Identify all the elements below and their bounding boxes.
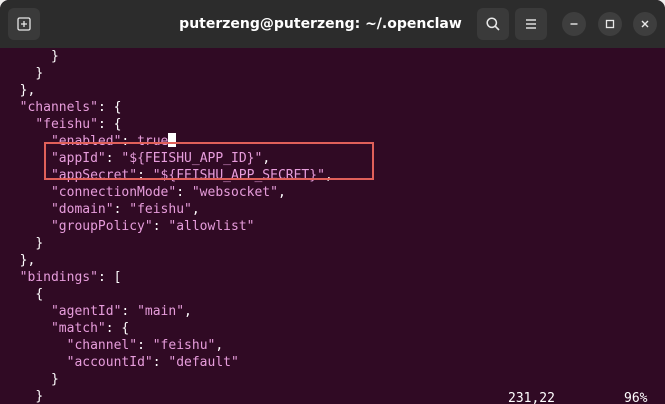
json-punctuation: }	[50, 372, 59, 387]
code-line: },	[4, 252, 36, 269]
code-line: },	[4, 82, 36, 99]
json-punctuation: ,	[215, 338, 224, 353]
code-line: "channel": "feishu",	[4, 337, 224, 354]
json-punctuation: }	[50, 49, 59, 64]
json-key: "feishu"	[35, 117, 98, 132]
search-button[interactable]	[477, 8, 509, 40]
hamburger-menu-icon	[526, 19, 536, 29]
json-value: "default"	[168, 355, 239, 370]
json-key: "agentId"	[50, 304, 122, 319]
json-key: "channels"	[19, 100, 98, 115]
close-icon	[641, 20, 649, 28]
code-line: "agentId": "main",	[4, 303, 192, 320]
json-key: "bindings"	[19, 270, 98, 285]
json-value: "feishu"	[152, 338, 216, 353]
title-bar[interactable]: puterzeng@puterzeng: ~/.openclaw	[0, 0, 665, 48]
code-line: }	[4, 65, 43, 82]
code-line: "feishu": {	[4, 116, 121, 133]
json-key: "groupPolicy"	[50, 219, 153, 234]
json-punctuation: }	[35, 66, 44, 81]
cursor-position: 231,22	[508, 391, 555, 404]
scroll-percent: 96%	[624, 391, 648, 404]
json-punctuation: : [	[97, 270, 122, 285]
json-punctuation: }	[35, 389, 44, 404]
json-punctuation: ,	[277, 185, 286, 200]
json-punctuation: :	[121, 304, 138, 319]
code-line: "match": {	[4, 320, 129, 337]
json-key: "connectionMode"	[50, 185, 177, 200]
minimize-button[interactable]	[562, 12, 586, 36]
code-line: {	[4, 286, 43, 303]
code-line: }	[4, 371, 59, 388]
json-punctuation: :	[176, 185, 192, 200]
json-value: "websocket"	[191, 185, 278, 200]
code-line: "connectionMode": "websocket",	[4, 184, 286, 201]
terminal-window: puterzeng@puterzeng: ~/.openclaw}}}, …	[0, 0, 665, 404]
minimize-icon	[570, 23, 578, 25]
json-value: "main"	[137, 304, 185, 319]
code-line: "domain": "feishu",	[4, 201, 200, 218]
json-punctuation: :	[152, 219, 169, 234]
code-line: }	[4, 48, 59, 65]
code-line: "channels": {	[4, 99, 122, 116]
json-punctuation: },	[19, 83, 36, 98]
json-value: "allowlist"	[168, 219, 255, 234]
code-line: "groupPolicy": "allowlist"	[4, 218, 255, 235]
menu-button[interactable]	[515, 8, 547, 40]
json-punctuation: : {	[105, 321, 130, 336]
json-punctuation: : {	[97, 117, 122, 132]
json-punctuation: : {	[97, 100, 122, 115]
terminal-content[interactable]: } } }, "channels": { "feishu": { "enable…	[0, 48, 665, 404]
json-punctuation: },	[19, 253, 36, 268]
code-line: }	[4, 235, 43, 252]
json-punctuation: {	[35, 287, 44, 302]
json-key: "channel"	[66, 338, 138, 353]
json-punctuation: :	[152, 355, 169, 370]
code-line: "accountId": "default"	[4, 354, 239, 371]
json-key: "accountId"	[66, 355, 153, 370]
search-icon	[486, 17, 500, 31]
json-key: "domain"	[50, 202, 114, 217]
close-button[interactable]	[633, 12, 657, 36]
json-punctuation: :	[137, 338, 153, 353]
highlight-annotation-box	[44, 142, 374, 180]
code-line: "bindings": [	[4, 269, 122, 286]
maximize-button[interactable]	[598, 12, 622, 36]
json-value: "feishu"	[129, 202, 192, 217]
json-punctuation: ,	[191, 202, 200, 217]
json-punctuation: :	[113, 202, 130, 217]
maximize-icon	[605, 19, 615, 29]
json-key: "match"	[50, 321, 106, 336]
code-line: }	[4, 388, 43, 404]
json-punctuation: ,	[184, 304, 192, 319]
json-punctuation: }	[35, 236, 44, 251]
